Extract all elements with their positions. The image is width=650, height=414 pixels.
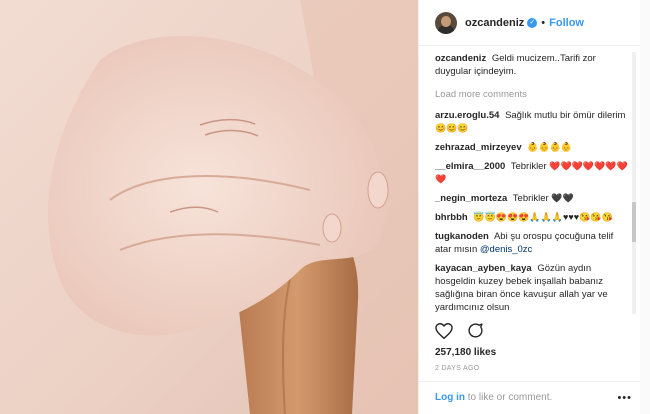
login-footer-text: to like or comment. (467, 392, 553, 403)
comment-item: __elmira__2000 Tebrikler ❤️❤️❤️❤️❤️❤️❤️❤… (435, 160, 632, 186)
comment-emoji: 😊😊😊 (435, 123, 469, 133)
post-header: ozcandeniz ✓ • Follow (419, 0, 640, 46)
comment-text: Tebrikler (512, 193, 549, 204)
comment-emoji: 🖤🖤 (551, 193, 574, 203)
comment-item: _negin_morteza Tebrikler 🖤🖤 (435, 192, 632, 205)
post-photo[interactable] (0, 0, 418, 414)
comments-scrollbar[interactable] (632, 52, 636, 314)
caption-username[interactable]: ozcandeniz (435, 53, 486, 64)
comment-text: Sağlık mutlu bir ömür dilerim (505, 110, 626, 121)
comment-username[interactable]: arzu.eroglu.54 (435, 110, 499, 121)
comment-item: arzu.eroglu.54 Sağlık mutlu bir ömür dil… (435, 109, 632, 135)
more-options-icon[interactable]: ••• (617, 392, 632, 404)
post-actions (435, 322, 498, 344)
login-link[interactable]: Log in (435, 392, 465, 403)
post-side-panel: ozcandeniz ✓ • Follow ozcandeniz Geldi m… (418, 0, 640, 414)
comment-username[interactable]: zehrazad_mirzeyev (435, 142, 522, 153)
scrollbar-thumb[interactable] (632, 202, 636, 242)
comment-text: Tebrikler (510, 161, 547, 172)
post-timestamp: 2 DAYS AGO (435, 365, 480, 372)
comment-username[interactable]: bhrbbh (435, 212, 468, 223)
comment-username[interactable]: tugkanoden (435, 231, 489, 242)
comment-item: tugkanoden Abi şu orospu çocuğuna telif … (435, 230, 632, 256)
username-link[interactable]: ozcandeniz (465, 17, 524, 29)
comment-item: kayacan_ayben_kaya Gözün aydın hosgeldin… (435, 262, 632, 314)
comment-emoji: 😇😇😍😍😍🙏🙏🙏♥♥♥😘😘😘 (473, 212, 613, 222)
likes-count[interactable]: 257,180 likes (435, 347, 496, 358)
comment-username[interactable]: kayacan_ayben_kaya (435, 263, 532, 274)
comment-username[interactable]: __elmira__2000 (435, 161, 505, 172)
comment-emoji: 👶👶👶👶 (527, 142, 573, 152)
heart-icon[interactable] (435, 322, 453, 344)
instagram-post: ozcandeniz ✓ • Follow ozcandeniz Geldi m… (0, 0, 650, 414)
login-footer: Log in to like or comment. ••• (419, 381, 640, 414)
comment-item: zehrazad_mirzeyev 👶👶👶👶 (435, 141, 632, 154)
follow-button[interactable]: Follow (549, 17, 584, 29)
comment-username[interactable]: _negin_morteza (435, 193, 507, 204)
post-caption: ozcandeniz Geldi mucizem..Tarifi zor duy… (435, 52, 632, 78)
comments-list: ozcandeniz Geldi mucizem..Tarifi zor duy… (435, 52, 632, 314)
verified-badge-icon: ✓ (527, 17, 538, 28)
comment-icon[interactable] (467, 322, 484, 344)
comment-mention-link[interactable]: @denis_0zc (480, 244, 532, 255)
baby-hand-image (0, 0, 418, 414)
separator-dot: • (541, 16, 546, 29)
avatar[interactable] (435, 11, 457, 34)
load-more-comments-button[interactable]: Load more comments (435, 88, 632, 101)
comment-item: bhrbbh 😇😇😍😍😍🙏🙏🙏♥♥♥😘😘😘 (435, 211, 632, 224)
